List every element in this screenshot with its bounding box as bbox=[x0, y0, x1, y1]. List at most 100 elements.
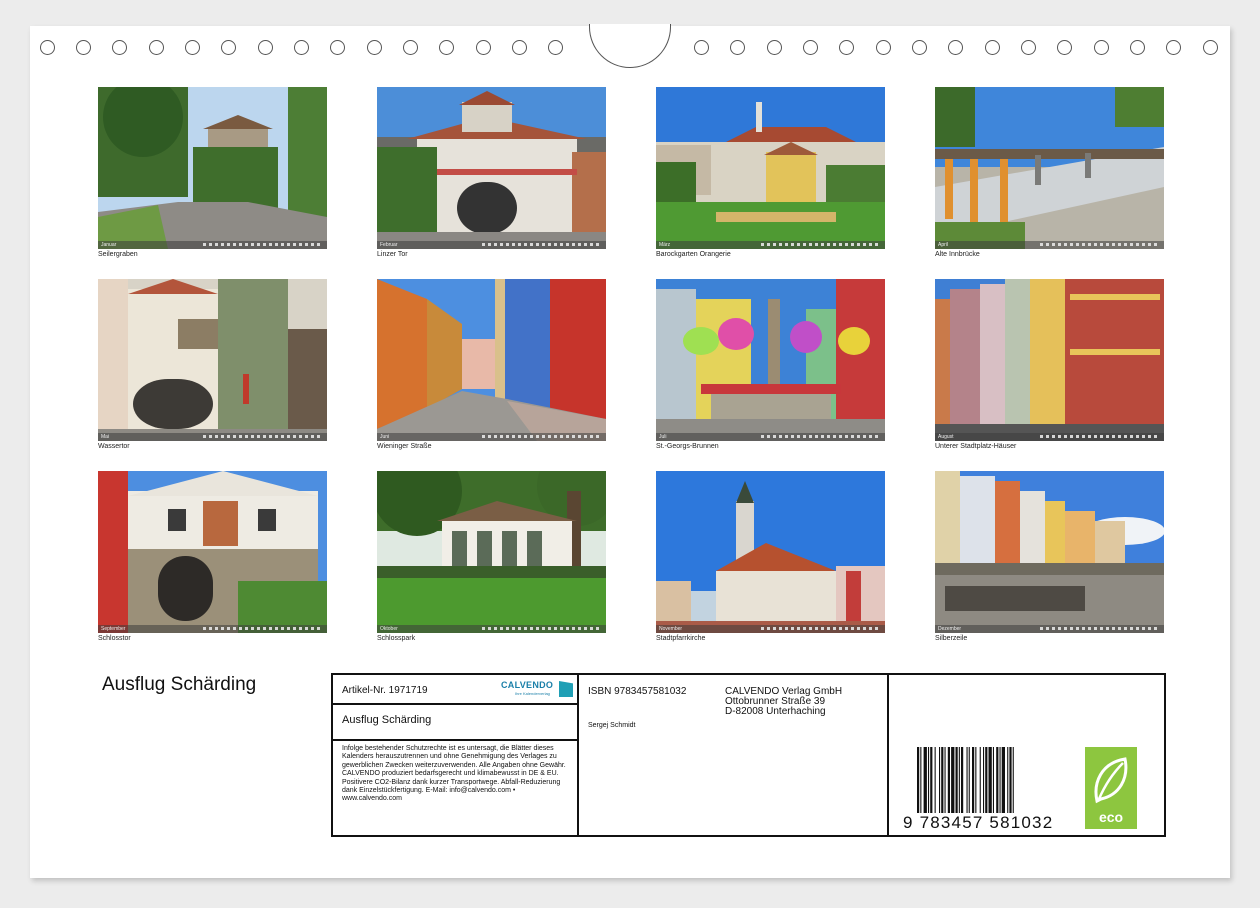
calvendo-logo: CALVENDO Ihre Kalenderverlag bbox=[501, 679, 573, 699]
photo-caption: Seilergraben bbox=[98, 251, 138, 258]
info-box: Artikel-Nr. 1971719 CALVENDO Ihre Kalend… bbox=[331, 673, 1166, 837]
month-strip: Oktober bbox=[377, 625, 606, 633]
month-label: Januar bbox=[101, 242, 117, 248]
barcode-bar bbox=[979, 747, 981, 813]
photo-caption: Wassertor bbox=[98, 443, 130, 450]
month-label: Oktober bbox=[380, 626, 398, 632]
binding-hole bbox=[403, 40, 418, 55]
month-strip: Januar bbox=[98, 241, 327, 249]
product-title: Ausflug Schärding bbox=[342, 714, 432, 726]
binding-hole bbox=[839, 40, 854, 55]
binding-hole bbox=[149, 40, 164, 55]
month-strip: April bbox=[935, 241, 1164, 249]
binding-hole bbox=[1057, 40, 1072, 55]
binding-hole bbox=[1130, 40, 1145, 55]
calendar-title: Ausflug Schärding bbox=[102, 674, 257, 695]
binding-hole bbox=[258, 40, 273, 55]
month-label: August bbox=[938, 434, 954, 440]
binding-hole bbox=[767, 40, 782, 55]
barcode-bar bbox=[941, 747, 944, 813]
barcode-bar bbox=[939, 747, 941, 813]
month-strip: Februar bbox=[377, 241, 606, 249]
barcode-bar bbox=[1012, 747, 1014, 813]
binding-hole bbox=[912, 40, 927, 55]
month-photo-schlosstor: September bbox=[98, 471, 327, 633]
leaf-icon bbox=[1094, 757, 1128, 804]
publisher-line-3: D-82008 Unterhaching bbox=[725, 706, 826, 717]
photo-caption: Schlosspark bbox=[377, 635, 416, 642]
barcode-bar bbox=[944, 747, 946, 813]
binding-hole bbox=[985, 40, 1000, 55]
barcode-bar bbox=[983, 747, 985, 813]
month-strip: September bbox=[98, 625, 327, 633]
month-strip: März bbox=[656, 241, 885, 249]
barcode-bar bbox=[947, 747, 950, 813]
month-label: Dezember bbox=[938, 626, 962, 632]
barcode-bar bbox=[975, 747, 977, 813]
divider bbox=[333, 703, 577, 705]
barcode bbox=[917, 747, 1049, 813]
binding-hole bbox=[803, 40, 818, 55]
binding-hole bbox=[76, 40, 91, 55]
calendar-back-page: Januar Seilergraben Februar Linzer Tor M… bbox=[30, 24, 1230, 878]
barcode-bar bbox=[996, 747, 999, 813]
month-photo-linzer-tor: Februar bbox=[377, 87, 606, 249]
barcode-bar bbox=[992, 747, 994, 813]
barcode-bar bbox=[930, 747, 933, 813]
isbn: ISBN 9783457581032 bbox=[588, 686, 687, 697]
photo-caption: Alte Innbrücke bbox=[935, 251, 980, 258]
binding-hole bbox=[512, 40, 527, 55]
barcode-number: 9 783457 581032 bbox=[903, 813, 1054, 832]
month-strip: Juni bbox=[377, 433, 606, 441]
binding-hole bbox=[330, 40, 345, 55]
month-photo-schlosspark: Oktober bbox=[377, 471, 606, 633]
barcode-bar bbox=[1001, 747, 1005, 813]
binding-hole bbox=[1166, 40, 1181, 55]
barcode-bar bbox=[934, 747, 936, 813]
photo-caption: Schlosstor bbox=[98, 635, 131, 642]
barcode-bar bbox=[920, 747, 922, 813]
month-label: Mai bbox=[101, 434, 110, 440]
divider bbox=[577, 675, 579, 835]
barcode-bar bbox=[923, 747, 927, 813]
eco-label: eco bbox=[1098, 809, 1124, 825]
month-label: September bbox=[101, 626, 126, 632]
month-photo-seilergraben: Januar bbox=[98, 87, 327, 249]
barcode-bar bbox=[955, 747, 958, 813]
calvendo-logo-icon bbox=[559, 681, 573, 697]
barcode-bar bbox=[928, 747, 930, 813]
binding-hole bbox=[476, 40, 491, 55]
barcode-bar bbox=[917, 747, 920, 813]
month-label: März bbox=[659, 242, 671, 248]
month-photo-barockgarten-orangerie: März bbox=[656, 87, 885, 249]
month-label: April bbox=[938, 242, 949, 248]
binding-hole bbox=[1021, 40, 1036, 55]
month-label: Februar bbox=[380, 242, 398, 248]
barcode-bar bbox=[999, 747, 1001, 813]
legal-notice: Infolge bestehender Schutzrechte ist es … bbox=[342, 745, 566, 803]
hanger-notch bbox=[589, 24, 671, 68]
binding-hole bbox=[948, 40, 963, 55]
barcode-bar bbox=[1007, 747, 1009, 813]
binding-hole bbox=[694, 40, 709, 55]
calvendo-logo-text: CALVENDO bbox=[501, 680, 554, 690]
barcode-bar bbox=[985, 747, 988, 813]
photo-caption: Wieninger Straße bbox=[377, 443, 432, 450]
binding-hole bbox=[1203, 40, 1218, 55]
photo-caption: Silberzeile bbox=[935, 635, 968, 642]
binding-hole bbox=[548, 40, 563, 55]
photo-caption: Stadtpfarrkirche bbox=[656, 635, 706, 642]
barcode-bar bbox=[951, 747, 955, 813]
month-label: November bbox=[659, 626, 683, 632]
eco-badge: eco bbox=[1085, 747, 1137, 829]
barcode-bar bbox=[958, 747, 960, 813]
binding-hole bbox=[294, 40, 309, 55]
barcode-bar bbox=[972, 747, 975, 813]
month-photo-wieninger-strasse: Juni bbox=[377, 279, 606, 441]
binding-hole bbox=[367, 40, 382, 55]
barcode-bar bbox=[988, 747, 992, 813]
binding-hole bbox=[221, 40, 236, 55]
author: Sergej Schmidt bbox=[588, 722, 636, 729]
photo-caption: St.-Georgs-Brunnen bbox=[656, 443, 719, 450]
binding-hole bbox=[40, 40, 55, 55]
